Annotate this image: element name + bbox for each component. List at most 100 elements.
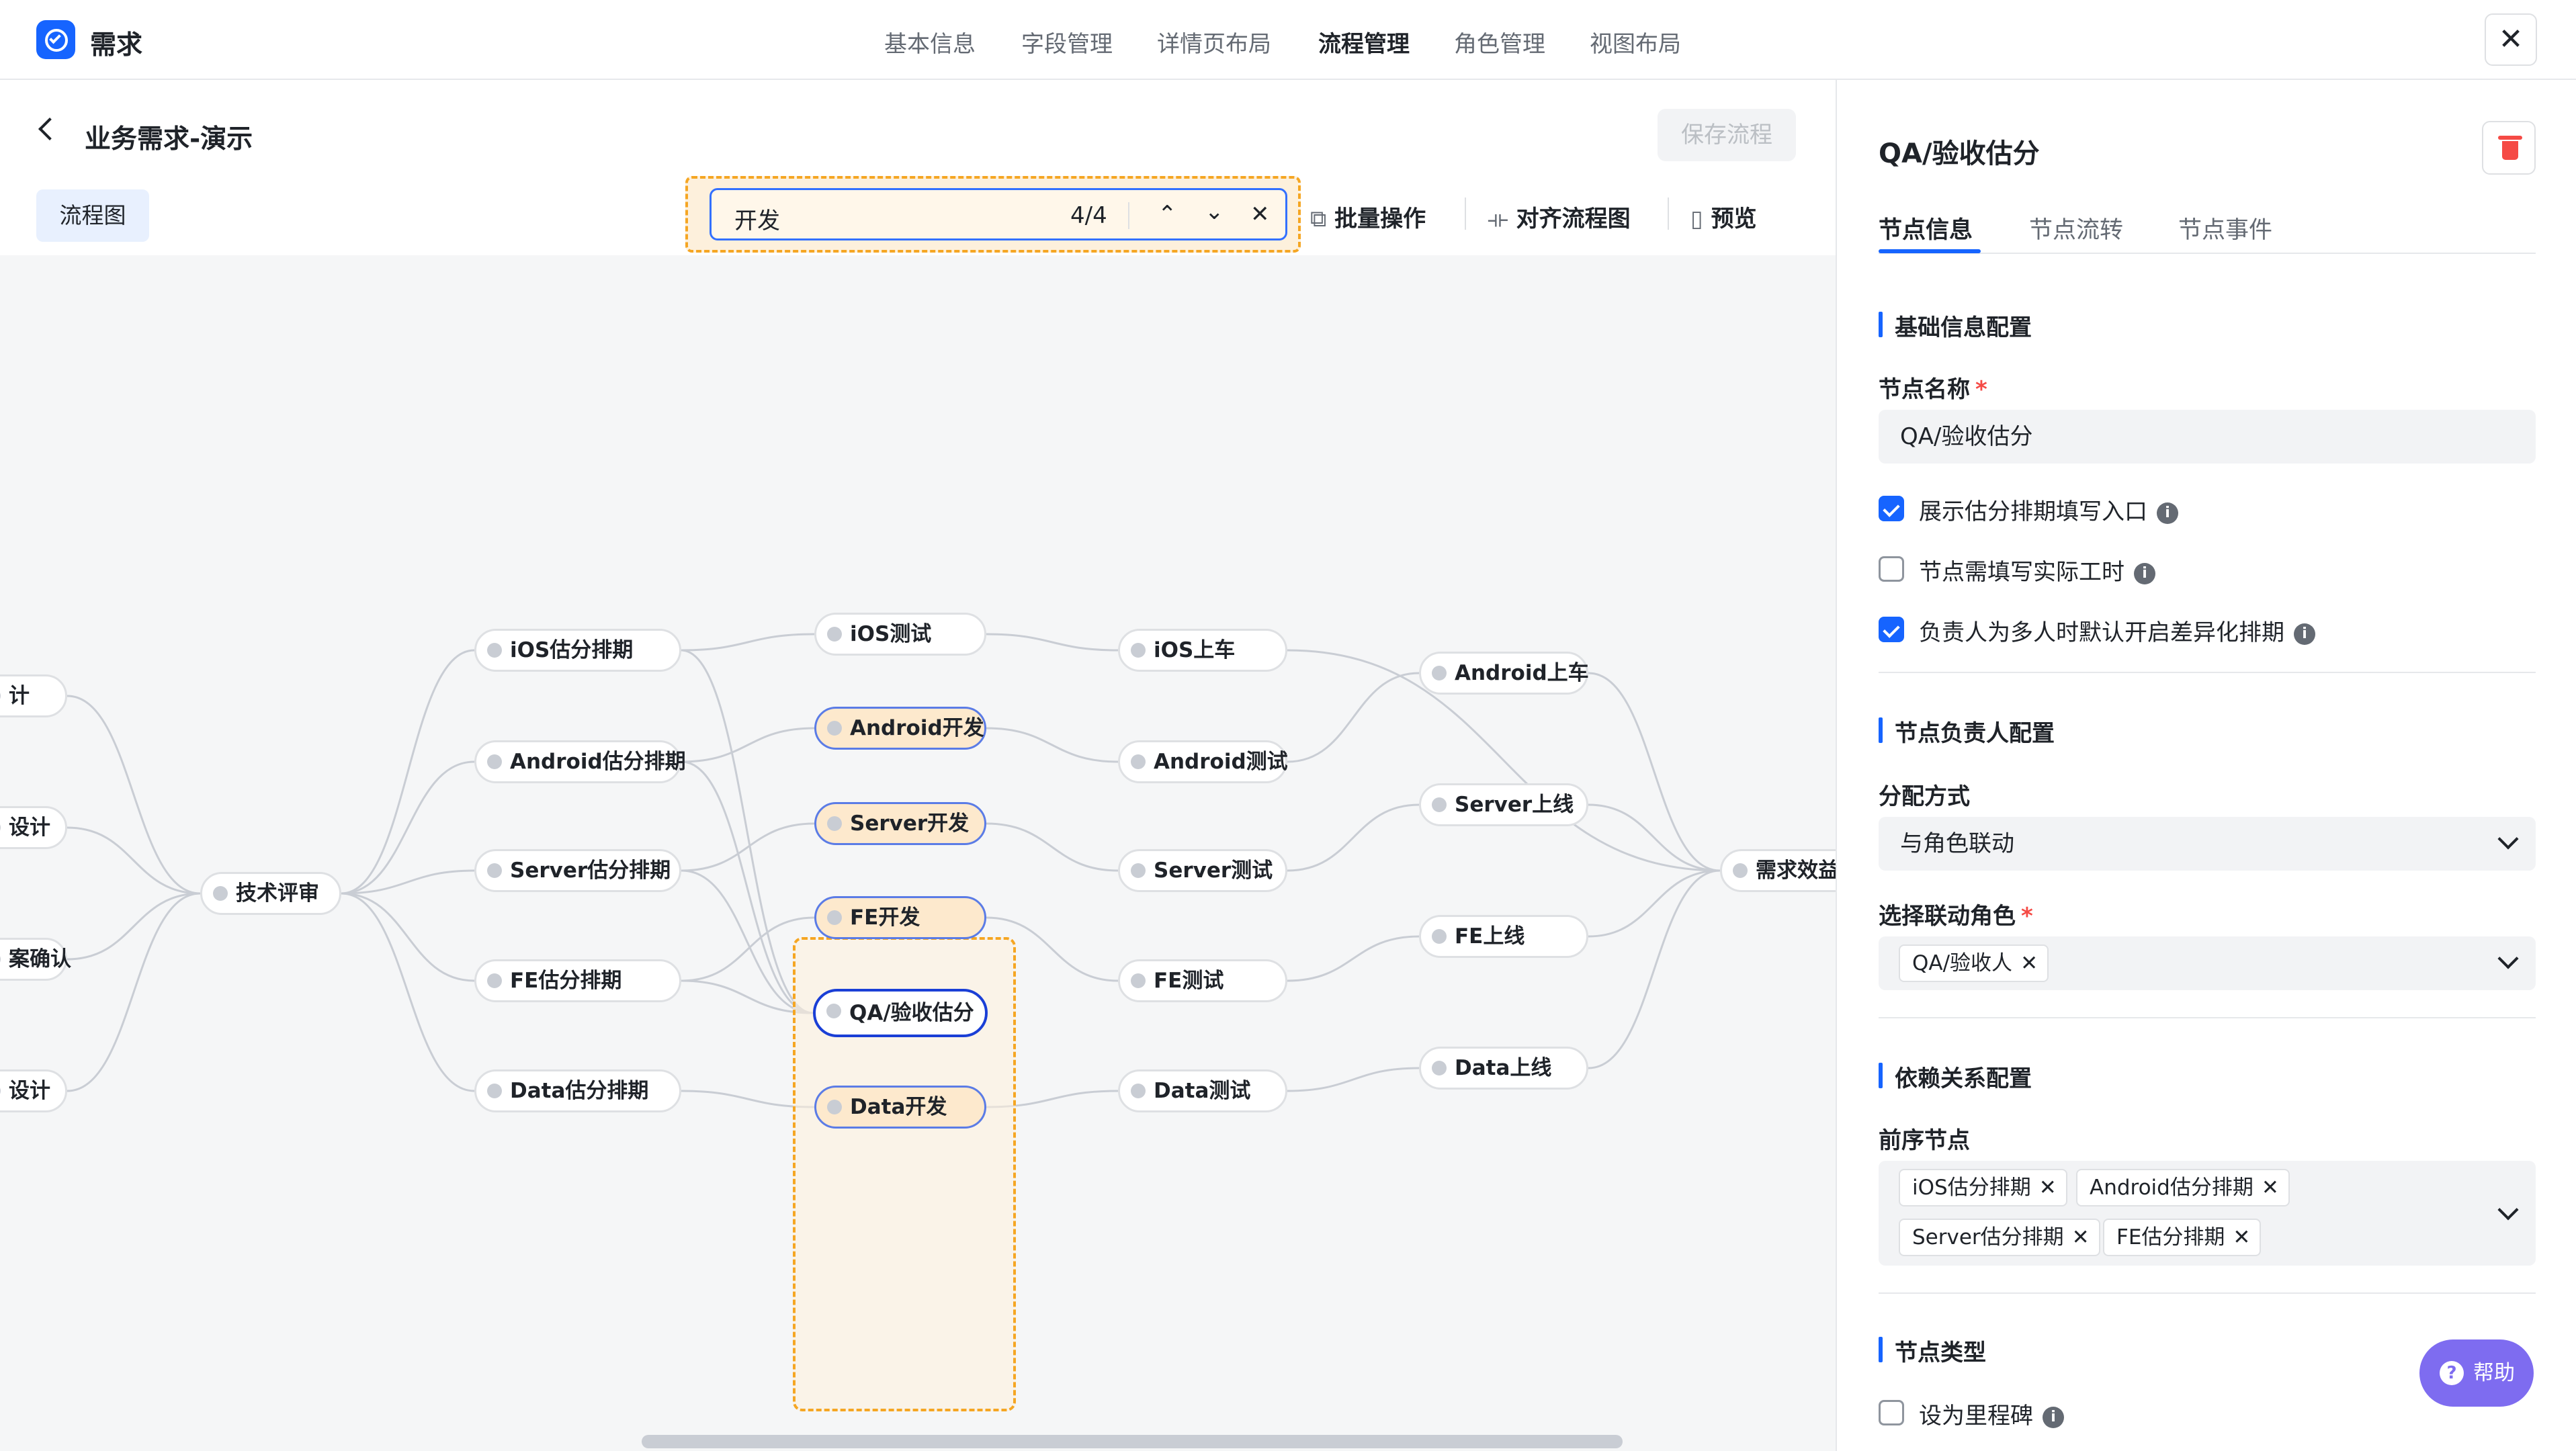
flow-edge — [1287, 803, 1420, 872]
tab-flowchart[interactable]: 流程图 — [36, 189, 149, 242]
pre-node-chip-text: FE估分排期 — [2116, 1225, 2225, 1249]
flow-node-android-estimate[interactable]: Android估分排期 — [474, 740, 686, 783]
section-basic-info: 基础信息配置 — [1879, 309, 2032, 342]
flow-edge — [341, 869, 475, 895]
info-icon[interactable]: i — [2043, 1406, 2064, 1428]
tab-role-management[interactable]: 角色管理 — [1454, 26, 1545, 58]
role-chip: QA/验收人 ✕ — [1899, 944, 2049, 982]
flow-edge — [341, 760, 475, 895]
flow-node-ios-release[interactable]: iOS上车 — [1118, 629, 1287, 672]
section-dependency-config: 依赖关系配置 — [1879, 1060, 2032, 1093]
info-icon[interactable]: i — [2294, 623, 2315, 645]
close-button[interactable]: ✕ — [2485, 13, 2537, 66]
flow-node-ios-test[interactable]: iOS测试 — [814, 613, 986, 656]
checkbox-milestone[interactable] — [1879, 1400, 1904, 1425]
assign-method-label: 分配方式 — [1879, 783, 1970, 810]
remove-chip-icon[interactable]: ✕ — [2072, 1225, 2090, 1249]
flow-node-qa-estimate[interactable]: QA/验收估分 — [813, 989, 988, 1037]
flow-edge — [986, 727, 1119, 763]
remove-chip-icon[interactable]: ✕ — [2020, 951, 2038, 975]
flow-node-fe-release[interactable]: FE上线 — [1419, 915, 1588, 958]
horizontal-scrollbar[interactable] — [642, 1435, 1623, 1448]
tab-basic-info[interactable]: 基本信息 — [884, 26, 976, 58]
toolbar-divider — [1668, 197, 1669, 230]
flow-edge — [1287, 1067, 1420, 1092]
chevron-up-icon[interactable]: ⌃ — [1158, 201, 1177, 228]
flow-node-data-dev[interactable]: Data开发 — [814, 1086, 986, 1129]
checkbox-show-estimate-label: 展示估分排期填写入口 i — [1919, 493, 2178, 526]
flow-edge — [341, 892, 475, 1092]
checkbox-actual-hours[interactable] — [1879, 556, 1904, 582]
section-node-type: 节点类型 — [1879, 1334, 1986, 1367]
flow-edge — [1588, 869, 1721, 938]
tab-flow-management[interactable]: 流程管理 — [1318, 26, 1410, 58]
checkbox-milestone-label: 设为里程碑 i — [1919, 1397, 2064, 1430]
flow-node-server-estimate[interactable]: Server估分排期 — [474, 849, 681, 892]
flow-node-server-test[interactable]: Server测试 — [1118, 849, 1287, 892]
flow-node-fe-dev[interactable]: FE开发 — [814, 896, 986, 939]
align-flowchart-button[interactable]: ⟛ 对齐流程图 — [1488, 200, 1631, 233]
tab-node-transition[interactable]: 节点流转 — [2029, 211, 2123, 245]
batch-operation-button[interactable]: ⧉ 批量操作 — [1310, 200, 1426, 233]
flow-edge — [1287, 935, 1420, 982]
remove-chip-icon[interactable]: ✕ — [2262, 1176, 2279, 1200]
flow-node-left-1[interactable]: 计 — [0, 674, 67, 717]
tab-detail-layout[interactable]: 详情页布局 — [1157, 26, 1271, 58]
tab-node-info[interactable]: 节点信息 — [1879, 211, 1973, 245]
info-icon[interactable]: i — [2134, 562, 2155, 584]
flow-node-tech-review[interactable]: 技术评审 — [200, 872, 341, 915]
search-match-count: 4/4 — [1070, 202, 1107, 229]
delete-node-button[interactable] — [2482, 121, 2536, 175]
tab-node-events[interactable]: 节点事件 — [2178, 211, 2272, 245]
remove-chip-icon[interactable]: ✕ — [2233, 1225, 2250, 1249]
save-flow-button[interactable]: 保存流程 — [1658, 109, 1796, 161]
required-mark: * — [1975, 376, 1987, 403]
preview-button[interactable]: ▯ 预览 — [1690, 200, 1757, 233]
search-input[interactable]: 开发 4/4 ⌃ ⌄ ✕ — [710, 188, 1287, 240]
milestone-text: 设为里程碑 — [1919, 1403, 2033, 1430]
tab-field-management[interactable]: 字段管理 — [1021, 26, 1113, 58]
flow-node-server-dev[interactable]: Server开发 — [814, 802, 986, 845]
app-title: 需求 — [90, 30, 143, 60]
actual-hours-text: 节点需填写实际工时 — [1919, 559, 2124, 586]
checkbox-differential-schedule-label: 负责人为多人时默认开启差异化排期 i — [1919, 614, 2315, 647]
assign-method-select[interactable]: 与角色联动 — [1879, 817, 2536, 871]
info-icon[interactable]: i — [2157, 502, 2178, 524]
batch-operation-label: 批量操作 — [1334, 206, 1426, 232]
flow-edge — [67, 695, 201, 895]
tab-view-layout[interactable]: 视图布局 — [1590, 26, 1681, 58]
flow-node-android-dev[interactable]: Android开发 — [814, 707, 986, 750]
section-divider — [1879, 1017, 2536, 1018]
page-title: 业务需求-演示 — [85, 124, 253, 155]
flow-node-ios-estimate[interactable]: iOS估分排期 — [474, 629, 681, 672]
help-button[interactable]: 帮助 — [2419, 1339, 2534, 1407]
pre-node-chip: FE估分排期 ✕ — [2103, 1219, 2262, 1256]
linked-role-label-text: 选择联动角色 — [1879, 903, 2016, 930]
flow-node-left-2[interactable]: 设计 — [0, 806, 67, 849]
preview-icon: ▯ — [1690, 206, 1703, 232]
role-chip-text: QA/验收人 — [1912, 951, 2013, 975]
node-name-input[interactable]: QA/验收估分 — [1879, 410, 2536, 464]
section-divider — [1879, 672, 2536, 673]
remove-chip-icon[interactable]: ✕ — [2039, 1176, 2057, 1200]
checkbox-differential-schedule[interactable] — [1879, 617, 1904, 642]
flow-node-data-estimate[interactable]: Data估分排期 — [474, 1069, 681, 1112]
flow-node-left-3[interactable]: 案确认 — [0, 938, 71, 981]
flow-canvas[interactable]: 计 设计 案确认 设计 技术评审 iOS估分排期 Android估分排期 Ser… — [0, 255, 1875, 1451]
flow-node-android-test[interactable]: Android测试 — [1118, 740, 1288, 783]
flow-node-fe-estimate[interactable]: FE估分排期 — [474, 959, 681, 1002]
flow-edge — [681, 727, 815, 763]
chevron-down-icon[interactable]: ⌄ — [1205, 198, 1224, 225]
align-icon: ⟛ — [1488, 206, 1508, 232]
flow-edge — [67, 892, 201, 1092]
clear-search-icon[interactable]: ✕ — [1250, 201, 1270, 228]
toolbar-divider — [1465, 197, 1466, 230]
flow-node-android-release[interactable]: Android上车 — [1419, 652, 1589, 695]
flow-node-data-release[interactable]: Data上线 — [1419, 1047, 1588, 1090]
flow-node-data-test[interactable]: Data测试 — [1118, 1069, 1287, 1112]
flow-node-fe-test[interactable]: FE测试 — [1118, 959, 1287, 1002]
flow-node-left-4[interactable]: 设计 — [0, 1069, 67, 1112]
checkbox-show-estimate[interactable] — [1879, 496, 1904, 521]
flow-node-server-release[interactable]: Server上线 — [1419, 783, 1588, 826]
back-icon[interactable] — [38, 118, 61, 140]
